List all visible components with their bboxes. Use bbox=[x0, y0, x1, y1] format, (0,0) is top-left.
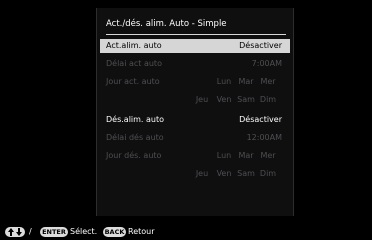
auto-power-on-time-label: Délai act auto bbox=[106, 59, 162, 68]
auto-power-off-row[interactable]: Dés.alim. auto Désactiver bbox=[97, 113, 293, 127]
off-day-tue[interactable]: Mar bbox=[235, 151, 257, 160]
off-day-mon[interactable]: Lun bbox=[213, 151, 235, 160]
on-day-tue[interactable]: Mar bbox=[235, 77, 257, 86]
back-key-icon: BACK bbox=[103, 227, 126, 237]
off-day-thu[interactable]: Jeu bbox=[191, 169, 213, 178]
screen: Act./dés. alim. Auto - Simple Act.alim. … bbox=[0, 0, 372, 240]
footer-slash: / bbox=[29, 227, 32, 236]
auto-power-on-days-label: Jour act. auto bbox=[106, 77, 160, 86]
up-down-arrows-icon bbox=[5, 227, 25, 237]
auto-power-on-label: Act.alim. auto bbox=[106, 41, 162, 50]
on-days-line1: Lun Mar Mer bbox=[213, 77, 279, 86]
off-days-line1: Lun Mar Mer bbox=[213, 151, 279, 160]
auto-power-off-time-label: Délai dés auto bbox=[106, 133, 164, 142]
on-day-mon[interactable]: Lun bbox=[213, 77, 235, 86]
on-days-line2: Jeu Ven Sam Dim bbox=[191, 95, 279, 104]
off-day-fri[interactable]: Ven bbox=[213, 169, 235, 178]
auto-power-on-row[interactable]: Act.alim. auto Désactiver bbox=[100, 39, 290, 53]
settings-panel: Act./dés. alim. Auto - Simple Act.alim. … bbox=[96, 8, 294, 216]
footer-bar: / ENTER Sélect. BACK Retour bbox=[0, 225, 372, 240]
auto-power-off-value: Désactiver bbox=[239, 115, 282, 124]
on-day-wed[interactable]: Mer bbox=[257, 77, 279, 86]
on-day-sat[interactable]: Sam bbox=[235, 95, 257, 104]
auto-power-on-time-row[interactable]: Délai act auto 7:00AM bbox=[97, 57, 293, 71]
title-divider bbox=[106, 34, 286, 35]
on-day-sun[interactable]: Dim bbox=[257, 95, 279, 104]
off-days-line2: Jeu Ven Sam Dim bbox=[191, 169, 279, 178]
auto-power-on-value: Désactiver bbox=[239, 41, 282, 50]
auto-power-off-time-row[interactable]: Délai dés auto 12:00AM bbox=[97, 131, 293, 145]
auto-power-off-label: Dés.alim. auto bbox=[106, 115, 165, 124]
on-day-thu[interactable]: Jeu bbox=[191, 95, 213, 104]
auto-power-off-time-value: 12:00AM bbox=[246, 133, 282, 142]
off-day-wed[interactable]: Mer bbox=[257, 151, 279, 160]
dialog-title: Act./dés. alim. Auto - Simple bbox=[106, 19, 227, 29]
back-hint: Retour bbox=[128, 227, 155, 236]
auto-power-off-days-label: Jour dés. auto bbox=[106, 151, 162, 160]
off-day-sat[interactable]: Sam bbox=[235, 169, 257, 178]
enter-key-icon: ENTER bbox=[40, 227, 68, 237]
select-hint: Sélect. bbox=[70, 227, 98, 236]
auto-power-on-time-value: 7:00AM bbox=[251, 59, 282, 68]
off-day-sun[interactable]: Dim bbox=[257, 169, 279, 178]
on-day-fri[interactable]: Ven bbox=[213, 95, 235, 104]
